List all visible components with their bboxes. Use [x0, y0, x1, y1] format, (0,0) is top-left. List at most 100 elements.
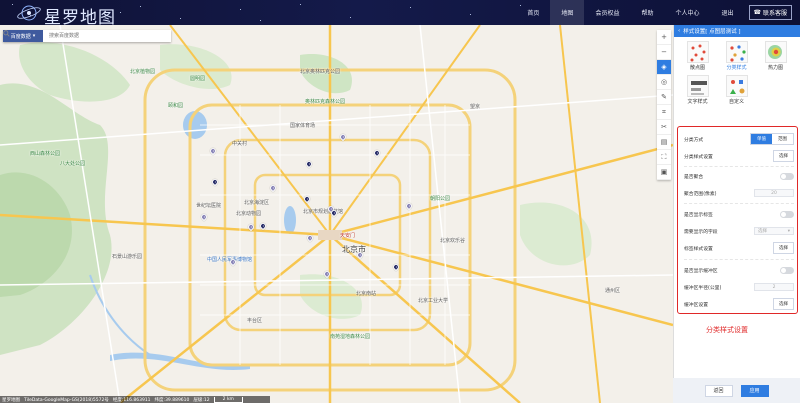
contact-support-button[interactable]: ☎ 联系客服 [748, 5, 792, 20]
map-status-bar: 星罗地图 TileData-GoogleMap-GS(2018)5572号 经度… [0, 396, 270, 403]
app-logo: 星罗地图 [44, 8, 116, 25]
divider [684, 259, 794, 260]
map-label-bird-nest: 国家体育场 [290, 123, 316, 129]
locate-icon: ◎ [660, 78, 668, 86]
style-heatmap[interactable]: 热力图 [756, 39, 795, 73]
nav-home[interactable]: 首页 [516, 0, 550, 25]
map-label-olympic-forest: 奥林匹克森林公园 [305, 99, 346, 105]
nav-map[interactable]: 地图 [550, 0, 585, 25]
chart-icon: ▤ [660, 138, 668, 146]
nav-logout[interactable]: 退出 [710, 0, 744, 25]
show-buffer-switch[interactable] [780, 266, 794, 274]
style-custom[interactable]: 自定义 [717, 73, 756, 107]
layers-button[interactable]: ◈ [657, 60, 671, 75]
chevron-left-icon[interactable]: ‹ [678, 28, 680, 34]
aggregate-label: 是否聚合 [684, 174, 704, 180]
nav-user-center[interactable]: 个人中心 [664, 0, 710, 25]
show-label-switch[interactable] [780, 210, 794, 218]
scatter-icon [686, 41, 709, 63]
locate-button[interactable]: ◎ [657, 75, 671, 90]
option-range[interactable]: 范围 [772, 134, 793, 144]
nav-help[interactable]: 帮助 [630, 0, 664, 25]
headset-icon: ☎ [753, 9, 761, 16]
custom-icon [725, 75, 748, 97]
aggregate-range-input[interactable]: 20 [754, 189, 794, 197]
map-label-zoo: 北京动物园 [236, 211, 262, 217]
label-style-row: 标签样式设置 选择 [684, 241, 794, 255]
show-label-label: 是否显示标签 [684, 212, 713, 218]
app: 星罗地图 首页 地图 会员权益 帮助 个人中心 退出 ☎ 联系客服 北京市 北京… [0, 0, 800, 403]
nav-membership[interactable]: 会员权益 [584, 0, 630, 25]
map-label-haidian: 北京海淀区 [244, 200, 270, 206]
crop-button[interactable]: ⌗ [657, 105, 671, 120]
map-canvas[interactable]: 北京市 北京海淀区 北京市规划展览馆 天安门 北京欢乐谷 奥林匹克森林公园 西山… [0, 25, 673, 403]
map-label-yuanmingyuan: 圆明园 [190, 76, 206, 82]
label-field-select[interactable]: 选择 ▾ [754, 227, 794, 235]
zoom-out-button[interactable]: − [657, 45, 671, 60]
map-label-fengtai: 丰台区 [247, 318, 263, 324]
map-label-zhongguancun: 中关村 [232, 141, 248, 147]
style-label: 文字样式 [687, 99, 708, 105]
buffer-radius-input[interactable]: 2 [754, 283, 794, 291]
chart-button[interactable]: ▤ [657, 135, 671, 150]
label-field-row: 需要显示的字段 选择 ▾ [684, 224, 794, 238]
style-category[interactable]: 分类样式 [717, 39, 756, 73]
heatmap-icon [764, 41, 787, 63]
style-text[interactable]: 文字样式 [678, 73, 717, 107]
status-zoom: 层级:12 [193, 397, 210, 403]
apply-button[interactable]: 应用 [740, 384, 769, 397]
status-source: TileData-GoogleMap-GS(2018)5572号 [24, 397, 109, 403]
map-label-nanyuan: 南苑湿地森林公园 [330, 334, 371, 340]
fullscreen-button[interactable]: ⛶ [657, 150, 671, 165]
map-label-chaoyang-park: 朝阳公园 [430, 196, 451, 202]
zoom-in-button[interactable]: + [657, 30, 671, 45]
option-unique-value[interactable]: 单值 [751, 134, 772, 144]
divider [684, 166, 794, 167]
search-input[interactable] [43, 30, 157, 42]
measure-button[interactable]: ✎ [657, 90, 671, 105]
show-label-row: 是否显示标签 [684, 207, 794, 221]
fullscreen-icon: ⛶ [661, 152, 667, 161]
label-field-label: 需要显示的字段 [684, 229, 718, 235]
map-label-badachu: 八大处公园 [60, 161, 86, 167]
draw-button[interactable]: ✂ [657, 120, 671, 135]
map-label-olympic-park: 北京奥林匹克公园 [300, 69, 341, 75]
classify-method-label: 分类方式 [684, 137, 704, 143]
chevron-down-icon: ▾ [32, 33, 36, 39]
style-label: 热力图 [767, 65, 783, 71]
panel-footer: 返回 应用 [673, 378, 800, 403]
classify-style-select-button[interactable]: 选择 [773, 150, 794, 162]
map-label-wangjing: 望京 [470, 104, 481, 110]
category-icon [725, 41, 748, 63]
search-button[interactable] [3, 30, 171, 42]
style-label: 分类样式 [726, 65, 747, 71]
panel-header: ‹ 样式设置[ 点图层测试 ] [674, 25, 800, 37]
style-type-grid: 散点图 分类样式 热力图 文字样式 自定义 [674, 37, 800, 109]
map-label-happy-valley: 北京欢乐谷 [440, 238, 466, 244]
status-longitude: 经度:116.863911 [112, 397, 151, 403]
back-button[interactable]: 返回 [704, 384, 733, 397]
aggregate-row: 是否聚合 [684, 169, 794, 183]
map-label-botanical: 北京植物园 [130, 69, 156, 75]
aggregate-range-label: 聚合范围(像素) [684, 191, 717, 197]
top-navigation-bar: 星罗地图 首页 地图 会员权益 帮助 个人中心 退出 ☎ 联系客服 [0, 0, 800, 25]
label-style-label: 标签样式设置 [684, 246, 713, 252]
status-brand: 星罗地图 [2, 397, 20, 403]
image-button[interactable]: ▣ [657, 165, 671, 180]
classify-method-toggle: 单值 范围 [750, 133, 794, 145]
plus-icon: + [661, 33, 667, 41]
aggregate-switch[interactable] [780, 172, 794, 180]
label-field-value: 选择 [758, 229, 767, 234]
label-style-select-button[interactable]: 选择 [773, 242, 794, 254]
draw-icon: ✂ [661, 123, 667, 131]
map-toolbar: + − ◈ ◎ ✎ ⌗ ✂ ▤ ⛶ ▣ [657, 30, 671, 180]
map-label-xishan: 西山森林公园 [30, 151, 61, 157]
crop-icon: ⌗ [662, 107, 666, 116]
divider [684, 203, 794, 204]
classify-method-row: 分类方式 单值 范围 [684, 132, 794, 146]
text-style-icon [686, 75, 709, 97]
buffer-select-button[interactable]: 选择 [773, 298, 794, 310]
map-label-tongzhou: 通州区 [605, 288, 621, 294]
minus-icon: − [661, 48, 667, 56]
style-scatter[interactable]: 散点图 [678, 39, 717, 73]
